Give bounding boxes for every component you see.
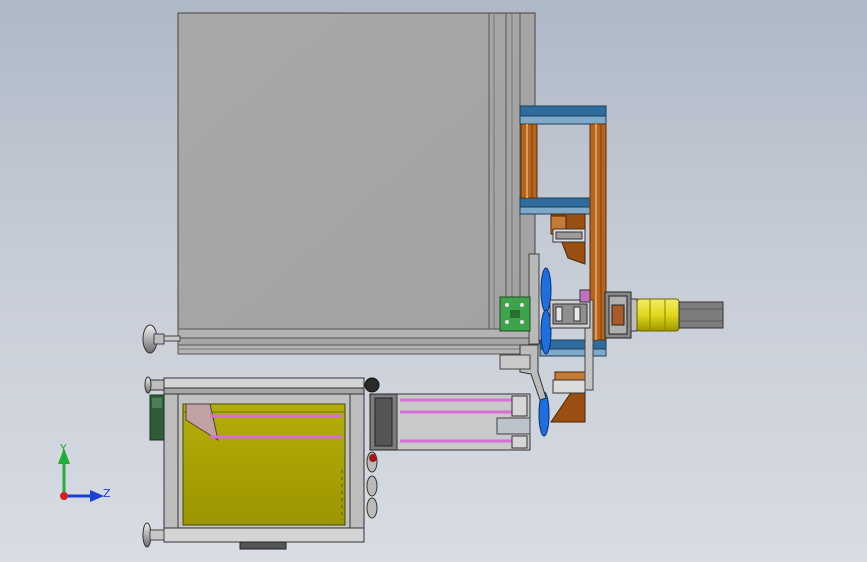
leveling-foot-top (142, 324, 181, 354)
stepper-motor (630, 298, 724, 332)
leveling-foot-bottom (142, 522, 165, 548)
cad-viewport[interactable]: Y Z (0, 0, 867, 562)
coordinate-triad (58, 448, 104, 502)
machine-drawing (58, 12, 724, 550)
extension-slide (369, 393, 531, 451)
y-axis-label: Y (60, 442, 67, 455)
upper-panel (177, 12, 536, 330)
frame-post-left (520, 123, 538, 199)
motor-body-yellow (636, 298, 680, 332)
x-axis-dot (60, 492, 68, 500)
z-axis-label: Z (103, 487, 111, 500)
motor-body-gray (678, 301, 724, 329)
lower-chamber-assembly (142, 376, 380, 550)
upper-panel-assembly (142, 12, 536, 355)
upper-panel-bottom-rail (177, 328, 536, 339)
